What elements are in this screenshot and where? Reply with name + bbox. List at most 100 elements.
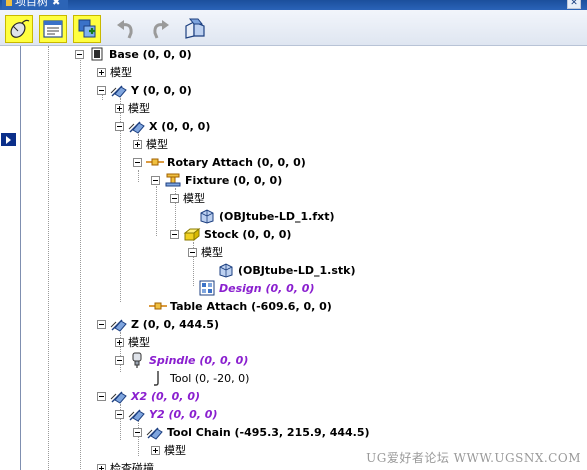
spindle-icon: [128, 352, 146, 368]
model-file-icon: [198, 208, 216, 224]
node-label: 模型: [128, 102, 150, 115]
watermark-text: UG爱好者论坛 WWW.UGSNX.COM: [366, 451, 581, 465]
tree-node-tool-chain-model[interactable]: 模型: [151, 441, 186, 459]
linear-axis-icon: [128, 118, 146, 134]
tree-node-rotary-attach[interactable]: Rotary Attach (0, 0, 0): [133, 153, 306, 171]
collapse-toggle[interactable]: [133, 427, 142, 437]
expand-panel-arrow-icon[interactable]: [1, 133, 16, 146]
project-tree-tab[interactable]: 项目树 ✖: [2, 0, 69, 10]
view-icon: [185, 18, 205, 39]
linear-axis-icon: [146, 424, 164, 440]
tree-node-z[interactable]: Z (0, 0, 444.5): [97, 315, 219, 333]
tab-title: 项目树: [15, 0, 48, 8]
tree-node-x2[interactable]: X2 (0, 0, 0): [97, 387, 200, 405]
fixture-icon: [164, 172, 182, 188]
redo-icon: [153, 20, 169, 39]
node-label: 模型: [110, 66, 132, 79]
node-label: Fixture (0, 0, 0): [185, 173, 283, 187]
attach-icon: [146, 154, 164, 170]
node-label: 检查碰撞: [110, 462, 154, 470]
title-bar: 项目树 ✖ ✕: [0, 0, 587, 10]
tree-node-x-model[interactable]: 模型: [133, 135, 168, 153]
node-label: (OBJtube-LD_1.stk): [238, 263, 356, 277]
attach-icon: [149, 298, 167, 314]
tree-node-fixture[interactable]: Fixture (0, 0, 0): [151, 171, 282, 189]
node-label: X (0, 0, 0): [149, 119, 211, 133]
linear-axis-icon: [110, 388, 128, 404]
tree-node-y[interactable]: Y (0, 0, 0): [97, 81, 192, 99]
expand-toggle[interactable]: [97, 463, 106, 470]
expand-toggle[interactable]: [151, 445, 160, 455]
tree-node-stock[interactable]: Stock (0, 0, 0): [170, 225, 291, 243]
tree-node-fixture-file[interactable]: (OBJtube-LD_1.fxt): [198, 207, 334, 225]
collapse-toggle[interactable]: [151, 175, 160, 185]
collapse-toggle[interactable]: [97, 85, 106, 95]
node-label: Spindle (0, 0, 0): [149, 353, 249, 367]
node-label: Y2 (0, 0, 0): [149, 407, 218, 421]
properties-button[interactable]: [39, 15, 67, 43]
redo-button[interactable]: [146, 15, 174, 43]
expand-toggle[interactable]: [133, 139, 142, 149]
tree-node-base-model[interactable]: 模型: [97, 63, 132, 81]
tree-node-x[interactable]: X (0, 0, 0): [115, 117, 210, 135]
tab-icon: [6, 0, 12, 6]
select-mouse-button[interactable]: [5, 15, 33, 43]
toolbar: [0, 10, 587, 46]
tree-node-stock-file[interactable]: (OBJtube-LD_1.stk): [217, 261, 355, 279]
close-button[interactable]: ✕: [567, 0, 581, 9]
node-label: Table Attach (-609.6, 0, 0): [170, 299, 332, 313]
view-button[interactable]: [181, 15, 209, 43]
collapse-toggle[interactable]: [97, 319, 106, 329]
undo-icon: [117, 20, 133, 39]
tree-node-table-attach[interactable]: Table Attach (-609.6, 0, 0): [149, 297, 332, 315]
node-label: 模型: [201, 246, 223, 259]
tree-node-y2[interactable]: Y2 (0, 0, 0): [115, 405, 217, 423]
node-label: 模型: [164, 444, 186, 457]
collapse-toggle[interactable]: [75, 49, 84, 59]
add-component-button[interactable]: [73, 15, 101, 43]
linear-axis-icon: [110, 316, 128, 332]
tree-node-tool[interactable]: Tool (0, -20, 0): [149, 369, 249, 387]
project-tree: Base (0, 0, 0) 模型 Y (0, 0, 0) 模型 X (0, 0…: [22, 46, 587, 470]
tree-node-tool-chain[interactable]: Tool Chain (-495.3, 215.9, 444.5): [133, 423, 370, 441]
collapse-toggle[interactable]: [170, 229, 179, 239]
collapse-toggle[interactable]: [133, 157, 142, 167]
expand-toggle[interactable]: [115, 103, 124, 113]
tree-node-collision-check[interactable]: 检查碰撞: [97, 459, 154, 470]
tree-node-z-model[interactable]: 模型: [115, 333, 150, 351]
node-label: X2 (0, 0, 0): [131, 389, 200, 403]
design-icon: [198, 280, 216, 296]
expand-toggle[interactable]: [115, 337, 124, 347]
collapse-toggle[interactable]: [170, 193, 179, 203]
collapse-toggle[interactable]: [188, 247, 197, 257]
node-label: Z (0, 0, 444.5): [131, 317, 219, 331]
tree-node-design[interactable]: Design (0, 0, 0): [198, 279, 314, 297]
collapse-toggle[interactable]: [97, 391, 106, 401]
node-label: Y (0, 0, 0): [131, 83, 192, 97]
node-label: 模型: [183, 192, 205, 205]
expand-toggle[interactable]: [97, 67, 106, 77]
linear-axis-icon: [128, 406, 146, 422]
properties-icon: [43, 20, 63, 38]
select-mouse-icon: [10, 19, 30, 38]
linear-axis-icon: [110, 82, 128, 98]
collapse-toggle[interactable]: [115, 121, 124, 131]
node-label: Tool Chain (-495.3, 215.9, 444.5): [167, 425, 370, 439]
undo-button[interactable]: [112, 15, 140, 43]
collapse-toggle[interactable]: [115, 409, 124, 419]
base-component-icon: [88, 46, 106, 62]
tree-node-stock-model[interactable]: 模型: [188, 243, 223, 261]
tree-node-y-model[interactable]: 模型: [115, 99, 150, 117]
left-panel: [0, 46, 21, 470]
add-component-icon: [78, 19, 96, 38]
tree-node-base[interactable]: Base (0, 0, 0): [75, 46, 192, 63]
tool-icon: [149, 370, 167, 386]
tree-node-fixture-model[interactable]: 模型: [170, 189, 205, 207]
collapse-toggle[interactable]: [115, 355, 124, 365]
node-label: Base (0, 0, 0): [109, 47, 192, 61]
model-file-icon: [217, 262, 235, 278]
node-label: Design (0, 0, 0): [219, 281, 315, 295]
tree-node-spindle[interactable]: Spindle (0, 0, 0): [115, 351, 248, 369]
stock-icon: [183, 226, 201, 242]
node-label: 模型: [128, 336, 150, 349]
